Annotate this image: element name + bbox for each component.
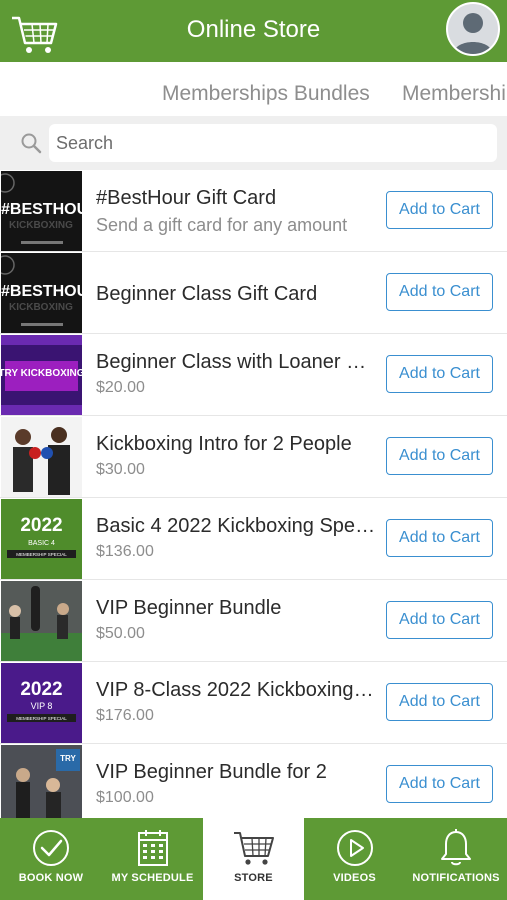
category-tabs: Memberships Bundles Memberships (0, 62, 507, 116)
thumb-text: 2022 (20, 679, 62, 700)
thumb-subtext: VIP 8 (31, 701, 53, 711)
add-to-cart-button[interactable]: Add to Cart (386, 683, 493, 721)
product-name: VIP 8-Class 2022 Kickboxing … (96, 679, 378, 701)
product-price: $30.00 (96, 461, 145, 478)
product-thumbnail (1, 417, 82, 497)
tab-label: NOTIFICATIONS (412, 872, 500, 884)
product-name: #BestHour Gift Card (96, 187, 277, 209)
thumb-badge: MEMBERSHIP SPECIAL (16, 552, 67, 557)
list-item[interactable]: Kickboxing Intro for 2 People $30.00 Add… (0, 416, 507, 498)
bell-icon (441, 829, 471, 866)
tab-memberships-bundles[interactable]: Memberships Bundles (162, 82, 370, 106)
list-item[interactable]: VIP Beginner Bundle $50.00 Add to Cart (0, 580, 507, 662)
product-price: $136.00 (96, 543, 154, 560)
add-to-cart-button[interactable]: Add to Cart (386, 355, 493, 393)
product-thumbnail: 2022 BASIC 4 MEMBERSHIP SPECIAL (1, 499, 82, 579)
tab-videos[interactable]: VIDEOS (304, 818, 405, 900)
product-thumbnail: #BESTHOUR KICKBOXING (1, 253, 82, 333)
product-price: $176.00 (96, 707, 154, 724)
product-thumbnail: TRY (1, 745, 82, 818)
product-name: VIP Beginner Bundle for 2 (96, 761, 327, 783)
tab-my-schedule[interactable]: MY SCHEDULE (102, 818, 203, 900)
product-price: $20.00 (96, 379, 145, 396)
tab-label: BOOK NOW (18, 872, 84, 884)
product-name: Beginner Class with Loaner … (96, 351, 367, 373)
product-list: #BESTHOUR KICKBOXING #BestHour Gift Card… (0, 170, 507, 818)
add-to-cart-button[interactable]: Add to Cart (386, 519, 493, 557)
product-name: Kickboxing Intro for 2 People (96, 433, 352, 455)
thumb-text: 2022 (20, 515, 62, 536)
tab-label: VIDEOS (333, 872, 376, 884)
add-to-cart-button[interactable]: Add to Cart (386, 765, 493, 803)
bottom-tab-bar: BOOK NOW MY SCHEDULE STORE VIDEOS NOTIFI… (0, 818, 507, 900)
search-icon (21, 133, 42, 154)
thumb-subtext: KICKBOXING (9, 220, 73, 231)
add-to-cart-button[interactable]: Add to Cart (386, 601, 493, 639)
app-header: Online Store (0, 0, 507, 62)
shopping-cart-icon (233, 832, 274, 865)
thumb-badge: MEMBERSHIP SPECIAL (16, 716, 67, 721)
thumb-text: TRY KICKBOXING (1, 368, 82, 379)
search-input[interactable] (49, 124, 497, 162)
thumb-text: #BESTHOUR (1, 201, 82, 218)
list-item[interactable]: #BESTHOUR KICKBOXING #BestHour Gift Card… (0, 170, 507, 252)
list-item[interactable]: #BESTHOUR KICKBOXING Beginner Class Gift… (0, 252, 507, 334)
product-name: Beginner Class Gift Card (96, 283, 318, 305)
product-thumbnail: 2022 VIP 8 MEMBERSHIP SPECIAL (1, 663, 82, 743)
user-avatar-icon[interactable] (446, 2, 500, 56)
product-price: $50.00 (96, 625, 145, 642)
tab-label: MY SCHEDULE (111, 872, 194, 884)
page-title: Online Store (186, 16, 321, 43)
tab-memberships[interactable]: Memberships (402, 82, 507, 106)
add-to-cart-button[interactable]: Add to Cart (386, 273, 493, 311)
search-bar (0, 116, 507, 170)
tab-label: STORE (234, 872, 273, 884)
check-circle-icon (33, 830, 69, 866)
product-thumbnail: #BESTHOUR KICKBOXING (1, 171, 82, 251)
list-item[interactable]: TRY VIP Beginner Bundle for 2 $100.00 Ad… (0, 744, 507, 818)
thumb-text: #BESTHOUR (1, 283, 82, 300)
add-to-cart-button[interactable]: Add to Cart (386, 191, 493, 229)
product-thumbnail: TRY KICKBOXING (1, 335, 82, 415)
thumb-subtext: BASIC 4 (28, 540, 55, 547)
list-item[interactable]: 2022 VIP 8 MEMBERSHIP SPECIAL VIP 8-Clas… (0, 662, 507, 744)
add-to-cart-button[interactable]: Add to Cart (386, 437, 493, 475)
calendar-icon (137, 830, 168, 866)
product-name: Basic 4 2022 Kickboxing Spec… (96, 515, 378, 537)
list-item[interactable]: 2022 BASIC 4 MEMBERSHIP SPECIAL Basic 4 … (0, 498, 507, 580)
product-thumbnail (1, 581, 82, 661)
product-price: $100.00 (96, 789, 154, 806)
thumb-subtext: KICKBOXING (9, 302, 73, 313)
list-item[interactable]: TRY KICKBOXING Beginner Class with Loane… (0, 334, 507, 416)
tab-store[interactable]: STORE (203, 818, 304, 900)
play-circle-icon (336, 830, 373, 866)
tab-book-now[interactable]: BOOK NOW (0, 818, 102, 900)
product-subtitle: Send a gift card for any amount (96, 215, 348, 235)
tab-notifications[interactable]: NOTIFICATIONS (405, 818, 507, 900)
product-name: VIP Beginner Bundle (96, 597, 282, 619)
thumb-text: TRY (60, 754, 76, 763)
